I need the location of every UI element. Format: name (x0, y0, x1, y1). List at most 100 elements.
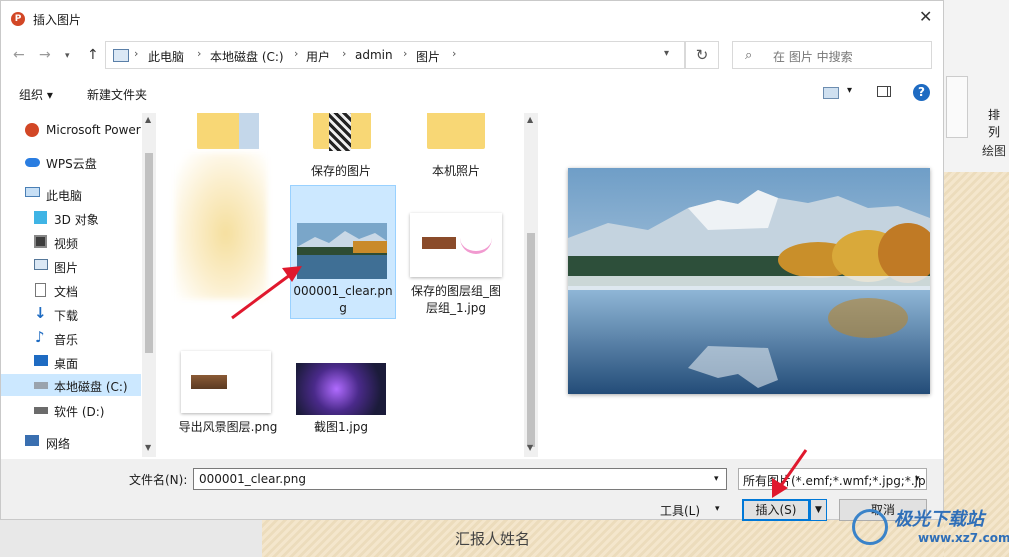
powerpoint-icon (25, 123, 39, 137)
sidebar-item-pictures[interactable]: 图片 (1, 255, 141, 277)
search-box[interactable]: ⌕ 在 图片 中搜索 (732, 41, 932, 69)
breadcrumb-item[interactable]: 此电脑 (148, 48, 184, 65)
image-item[interactable]: 保存的图层组_图层组_1.jpg (406, 203, 506, 319)
view-mode-icon[interactable] (823, 87, 839, 99)
chevron-down-icon[interactable]: ▾ (915, 474, 920, 484)
address-bar[interactable]: › 此电脑 › 本地磁盘 (C:) › 用户 › admin › 图片 › ▾ (105, 41, 685, 69)
sidebar-item-network[interactable]: 网络 (1, 431, 141, 453)
dialog-title: 插入图片 (33, 13, 82, 27)
recent-chevron-icon[interactable]: ▾ (65, 51, 70, 61)
scroll-down-icon[interactable]: ▼ (145, 443, 151, 452)
chevron-down-icon[interactable]: ▾ (714, 474, 719, 484)
insert-dropdown-icon[interactable]: ▼ (810, 499, 827, 521)
back-arrow-icon[interactable]: ← (13, 47, 25, 63)
file-list: 保存的图片 本机照片 000001_clear.png 保存的图层组_图层组_1… (161, 113, 526, 457)
tools-button[interactable]: 工具(L) (660, 502, 700, 519)
address-dropdown-icon[interactable]: ▾ (664, 48, 669, 59)
chevron-right-icon[interactable]: › (294, 47, 298, 60)
preview-pane (541, 113, 943, 457)
sidebar-item-wps-cloud[interactable]: WPS云盘 (1, 151, 141, 173)
image-thumbnail (181, 351, 271, 413)
image-item[interactable]: 截图1.jpg (291, 363, 391, 443)
thumbnail-landscape (422, 237, 456, 249)
sidebar-item-desktop[interactable]: 桌面 (1, 351, 141, 373)
new-folder-button[interactable]: 新建文件夹 (87, 86, 147, 103)
chevron-down-icon[interactable]: ▾ (715, 504, 720, 514)
thumbnail-landscape (191, 375, 227, 389)
sidebar-item-label: 视频 (54, 237, 79, 251)
shape-gallery[interactable] (946, 76, 968, 138)
folder-item[interactable]: 本机照片 (406, 113, 506, 183)
image-thumbnail (296, 363, 386, 415)
download-icon: ↓ (34, 304, 47, 322)
arrange-button[interactable]: 排列 (988, 72, 1008, 139)
scroll-down-icon[interactable]: ▼ (527, 443, 533, 452)
sidebar-item-label: 软件 (D:) (54, 405, 105, 419)
sidebar-item-3d-objects[interactable]: 3D 对象 (1, 207, 141, 229)
help-icon[interactable]: ? (913, 84, 930, 101)
breadcrumb-item[interactable]: 图片 (416, 48, 440, 65)
forward-arrow-icon[interactable]: → (39, 47, 51, 63)
sidebar-item-videos[interactable]: 视频 (1, 231, 141, 253)
chevron-right-icon[interactable]: › (403, 47, 407, 60)
image-item-selected[interactable]: 000001_clear.png (290, 185, 396, 319)
network-icon (25, 435, 39, 446)
filetype-select[interactable]: 所有图片(*.emf;*.wmf;*.jpg;*.jp ▾ (738, 468, 927, 490)
chevron-right-icon[interactable]: › (452, 47, 456, 60)
breadcrumb-item[interactable]: admin (355, 48, 393, 62)
sidebar-item-music[interactable]: ♪ 音乐 (1, 327, 141, 349)
watermark-logo-icon (852, 509, 888, 545)
sidebar-item-local-disk-c[interactable]: 本地磁盘 (C:) (1, 374, 141, 396)
sidebar-item-documents[interactable]: 文档 (1, 279, 141, 301)
image-item[interactable]: 导出风景图层.png (175, 349, 281, 457)
folder-item[interactable]: 保存的图片 (291, 113, 391, 183)
filename-value: 000001_clear.png (199, 472, 306, 486)
sidebar-item-label: 音乐 (54, 333, 79, 347)
sidebar-item-this-pc[interactable]: 此电脑 (1, 183, 141, 205)
computer-icon (25, 187, 40, 197)
view-dropdown-icon[interactable]: ▾ (847, 85, 852, 96)
image-item[interactable] (169, 153, 269, 301)
insert-button[interactable]: 插入(S) (742, 499, 810, 521)
filename-input[interactable]: 000001_clear.png ▾ (193, 468, 727, 490)
preview-pane-icon[interactable] (877, 86, 891, 97)
search-placeholder: 在 图片 中搜索 (773, 50, 853, 64)
sidebar-item-software-d[interactable]: 软件 (D:) (1, 399, 141, 421)
sidebar-item-label: 本地磁盘 (C:) (54, 380, 128, 394)
file-list-scrollbar[interactable]: ▲ ▼ (524, 113, 538, 457)
file-name: 截图1.jpg (313, 420, 369, 434)
chevron-right-icon[interactable]: › (197, 47, 201, 60)
powerpoint-icon: P (11, 12, 25, 26)
organize-button[interactable]: 组织 ▾ (19, 86, 53, 103)
scrollbar-thumb[interactable] (527, 233, 535, 447)
scroll-up-icon[interactable]: ▲ (145, 115, 151, 124)
scrollbar-thumb[interactable] (145, 153, 153, 353)
watermark-text: 极光下载站 (894, 509, 984, 530)
sidebar-item-downloads[interactable]: ↓ 下载 (1, 303, 141, 325)
scroll-up-icon[interactable]: ▲ (527, 115, 533, 124)
dialog-footer: 文件名(N): 000001_clear.png ▾ 所有图片(*.emf;*.… (1, 459, 943, 521)
music-icon: ♪ (35, 328, 45, 346)
file-name: 保存的图层组_图层组_1.jpg (410, 284, 501, 315)
command-bar: 组织 ▾ 新建文件夹 (1, 79, 943, 109)
filename-label: 文件名(N): (129, 473, 188, 487)
close-icon[interactable]: ✕ (919, 7, 932, 26)
search-icon: ⌕ (745, 48, 753, 63)
qr-code-icon (329, 113, 351, 151)
sidebar-item-label: WPS云盘 (46, 157, 97, 171)
film-icon (34, 235, 47, 248)
breadcrumb-item[interactable]: 本地磁盘 (C:) (210, 48, 284, 65)
image-thumbnail (410, 213, 502, 277)
up-arrow-icon[interactable]: ↑ (87, 47, 99, 63)
sidebar-item-label: 此电脑 (46, 189, 83, 203)
image-thumbnail (297, 223, 387, 279)
chevron-right-icon[interactable]: › (342, 47, 346, 60)
refresh-icon[interactable]: ↻ (685, 41, 719, 69)
filetype-value: 所有图片(*.emf;*.wmf;*.jpg;*.jp (743, 474, 926, 488)
cube-icon (34, 211, 47, 224)
breadcrumb-item[interactable]: 用户 (306, 48, 330, 65)
chevron-right-icon[interactable]: › (134, 47, 138, 60)
navigation-scrollbar[interactable]: ▲ ▼ (142, 113, 156, 457)
sidebar-item-microsoft-powerpoint[interactable]: Microsoft Power (1, 119, 141, 141)
sidebar-item-label: 网络 (46, 437, 71, 451)
